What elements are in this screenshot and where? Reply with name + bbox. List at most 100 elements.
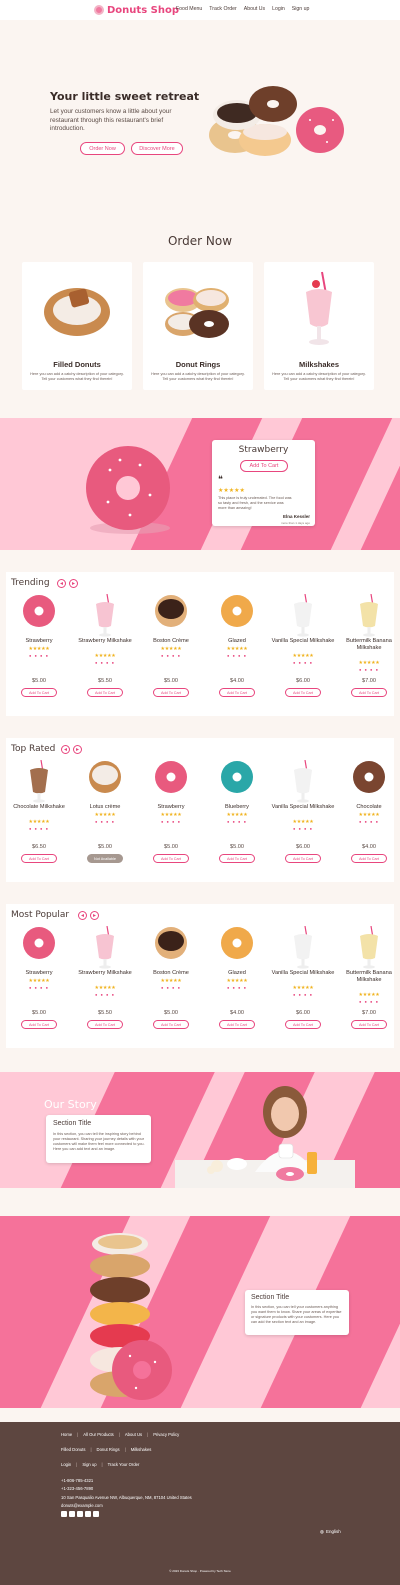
footer-link-privacy-policy[interactable]: Privacy Policy — [153, 1432, 179, 1437]
footer-link-login[interactable]: Login — [61, 1462, 71, 1467]
product-card[interactable]: Vanilla Special Milkshake ★★★★★ ● ● ● ● … — [270, 572, 336, 702]
linkedin-icon[interactable] — [77, 1511, 83, 1517]
product-card[interactable]: Vanilla Special Milkshake ★★★★★ ● ● ● ● … — [270, 738, 336, 868]
product-card[interactable]: Boston Crème ★★★★★ ● ● ● ● $5.00 Add To … — [138, 572, 204, 702]
footer-link-filled-donuts[interactable]: Filled Donuts — [61, 1447, 85, 1452]
rating-stars: ★★★★★ — [160, 646, 182, 652]
review-text: This place is truly underrated. The food… — [218, 496, 292, 510]
product-card[interactable]: Buttermilk Banana Milkshake ★★★★★ ● ● ● … — [336, 572, 394, 702]
footer-link-home[interactable]: Home — [61, 1432, 72, 1437]
add-to-cart-button[interactable]: Add To Cart — [219, 1020, 255, 1029]
footer-link-donut-rings[interactable]: Donut Rings — [97, 1447, 120, 1452]
footer-link-about-us[interactable]: About Us — [125, 1432, 142, 1437]
footer-phone-1[interactable]: +1-806-785-4321 — [61, 1478, 93, 1483]
product-price: $4.00 — [230, 1010, 244, 1016]
product-image — [22, 759, 56, 803]
discover-more-button[interactable]: Discover More — [131, 142, 183, 155]
add-to-cart-button[interactable]: Add To Cart — [21, 688, 57, 697]
nav-track-order[interactable]: Track Order — [209, 6, 236, 12]
product-card[interactable]: Strawberry Milkshake ★★★★★ ● ● ● ● $5.50… — [72, 904, 138, 1034]
our-story-card: Section Title In this section, you can t… — [46, 1115, 151, 1163]
product-name: Strawberry Milkshake — [78, 638, 132, 644]
language-selector[interactable]: ◍ English — [320, 1529, 341, 1535]
dietary-tags-icons: ● ● ● ● — [95, 992, 115, 997]
nav-food-menu[interactable]: Food Menu — [176, 6, 202, 12]
add-to-cart-button[interactable]: Add To Cart — [87, 688, 123, 697]
add-to-cart-button[interactable]: Add To Cart — [351, 688, 387, 697]
footer-link-all-products[interactable]: All Our Products — [83, 1432, 114, 1437]
youtube-icon[interactable] — [93, 1511, 99, 1517]
rating-stars: ★★★★★ — [358, 992, 380, 998]
category-card-milkshakes[interactable]: Milkshakes Here you can add a catchy des… — [264, 262, 374, 390]
milkshake-image — [306, 271, 332, 345]
product-image — [220, 926, 254, 964]
twitter-icon[interactable] — [69, 1511, 75, 1517]
footer-phone-2[interactable]: +1-323-456-7890 — [61, 1486, 93, 1491]
trending-section: Trending ◂ ▸ Strawberry ★★★★★ ● ● ● ● $5… — [6, 572, 394, 716]
product-image — [154, 760, 188, 798]
product-image — [352, 925, 386, 969]
add-to-cart-button[interactable]: Add To Cart — [351, 1020, 387, 1029]
add-to-cart-button[interactable]: Add To Cart — [285, 1020, 321, 1029]
section-title: Section Title — [53, 1120, 92, 1127]
footer-email[interactable]: donuts@example.com — [61, 1503, 103, 1508]
nav-about-us[interactable]: About Us — [244, 6, 265, 12]
footer-link-sign-up[interactable]: Sign up — [82, 1462, 96, 1467]
featured-donut-image — [86, 446, 170, 534]
add-to-cart-button[interactable]: Add To Cart — [153, 1020, 189, 1029]
product-name: Chocolate — [356, 804, 382, 810]
our-story-heading: Our Story — [44, 1098, 97, 1111]
product-card[interactable]: Glazed ★★★★★ ● ● ● ● $4.00 Add To Cart — [204, 572, 270, 702]
add-to-cart-button[interactable]: Add To Cart — [21, 1020, 57, 1029]
product-card[interactable]: Glazed ★★★★★ ● ● ● ● $4.00 Add To Cart — [204, 904, 270, 1034]
product-price: $5.00 — [164, 1010, 178, 1016]
product-card[interactable]: Chocolate Milkshake ★★★★★ ● ● ● ● $6.50 … — [6, 738, 72, 868]
rating-stars: ★★★★★ — [94, 653, 116, 659]
product-price: $5.00 — [164, 678, 178, 684]
product-name: Lotus crème — [89, 804, 121, 810]
product-card[interactable]: Lotus crème ★★★★★ ● ● ● ● $5.00 Not Avai… — [72, 738, 138, 868]
add-to-cart-button[interactable]: Add To Cart — [285, 854, 321, 863]
nav-login[interactable]: Login — [272, 6, 285, 12]
order-now-button[interactable]: Order Now — [80, 142, 125, 155]
product-card[interactable]: Strawberry ★★★★★ ● ● ● ● $5.00 Add To Ca… — [6, 904, 72, 1034]
product-card[interactable]: Strawberry Milkshake ★★★★★ ● ● ● ● $5.50… — [72, 572, 138, 702]
category-card-donut-rings[interactable]: Donut Rings Here you can add a catchy de… — [143, 262, 253, 390]
product-card[interactable]: Chocolate ★★★★★ ● ● ● ● $4.00 Add To Car… — [336, 738, 394, 868]
add-to-cart-button[interactable]: Add To Cart — [87, 1020, 123, 1029]
add-to-cart-button[interactable]: Add To Cart — [153, 688, 189, 697]
product-card[interactable]: Strawberry ★★★★★ ● ● ● ● $5.00 Add To Ca… — [6, 572, 72, 702]
review-author: Elna Kessler — [282, 514, 310, 519]
product-price: $4.00 — [230, 678, 244, 684]
top-rated-section: Top Rated ◂ ▸ Chocolate Milkshake ★★★★★ … — [6, 738, 394, 882]
product-card[interactable]: Buttermilk Banana Milkshake ★★★★★ ● ● ● … — [336, 904, 394, 1034]
product-image — [154, 594, 188, 632]
rating-stars: ★★★★★ — [28, 978, 50, 984]
add-to-cart-button[interactable]: Add To Cart — [285, 688, 321, 697]
nav-sign-up[interactable]: Sign up — [292, 6, 310, 12]
dietary-tags-icons: ● ● ● ● — [359, 667, 379, 672]
footer-link-track-order[interactable]: Track Your Order — [108, 1462, 140, 1467]
instagram-icon[interactable] — [85, 1511, 91, 1517]
featured-product-card: Strawberry Add To Cart ❝ ★★★★★ This plac… — [212, 440, 315, 526]
product-card[interactable]: Blueberry ★★★★★ ● ● ● ● $5.00 Add To Car… — [204, 738, 270, 868]
category-description: Here you can add a catchy description of… — [272, 372, 366, 381]
review-date: more than 1 days ago — [280, 521, 310, 525]
add-to-cart-button[interactable]: Add To Cart — [219, 854, 255, 863]
product-card[interactable]: Vanilla Special Milkshake ★★★★★ ● ● ● ● … — [270, 904, 336, 1034]
brand-name: Donuts Shop — [107, 4, 179, 16]
add-to-cart-button[interactable]: Add To Cart — [351, 854, 387, 863]
add-to-cart-button[interactable]: Add To Cart — [219, 688, 255, 697]
product-card[interactable]: Boston Crème ★★★★★ ● ● ● ● $5.00 Add To … — [138, 904, 204, 1034]
brand-logo[interactable]: Donuts Shop — [94, 4, 179, 16]
product-image — [352, 760, 386, 798]
category-card-filled-donuts[interactable]: Filled Donuts Here you can add a catchy … — [22, 262, 132, 390]
footer-link-milkshakes[interactable]: Milkshakes — [131, 1447, 152, 1452]
product-card[interactable]: Strawberry ★★★★★ ● ● ● ● $5.00 Add To Ca… — [138, 738, 204, 868]
featured-add-to-cart-button[interactable]: Add To Cart — [240, 460, 288, 472]
our-story-band: Our Story Section Title In this section,… — [0, 1072, 400, 1188]
product-price: $5.00 — [32, 678, 46, 684]
add-to-cart-button[interactable]: Add To Cart — [153, 854, 189, 863]
facebook-icon[interactable] — [61, 1511, 67, 1517]
add-to-cart-button[interactable]: Add To Cart — [21, 854, 57, 863]
